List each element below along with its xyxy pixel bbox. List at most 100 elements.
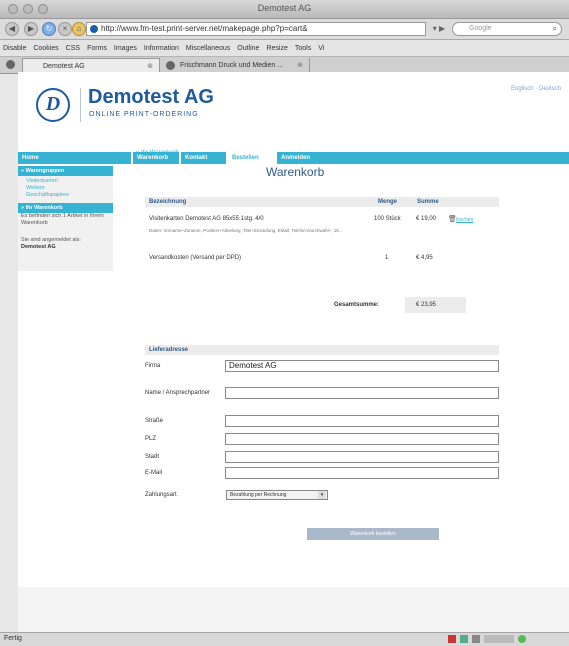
go-arrow-icon[interactable]: ▾ ▶	[430, 22, 448, 36]
back-icon[interactable]: ◀	[5, 22, 19, 36]
bookmark-information[interactable]: Information	[144, 45, 179, 52]
web-page: D Demotest AG ONLINE PRINT-ORDERING Engl…	[18, 72, 569, 632]
company-logo[interactable]: D	[36, 88, 70, 122]
field-label-firma: Firma	[145, 363, 161, 369]
field-label-name: Name / Ansprechpartner	[145, 390, 211, 396]
bookmark-disable[interactable]: Disable	[3, 45, 26, 52]
column-header-qty: Menge	[378, 199, 398, 205]
brand-name: Demotest AG	[88, 86, 214, 108]
stadt-input[interactable]	[225, 451, 499, 463]
brand-tagline: ONLINE PRINT-ORDERING	[89, 111, 199, 118]
status-bar: Fertig	[0, 632, 569, 646]
language-switch[interactable]: Englisch · Deutsch	[511, 86, 561, 92]
remove-item-link[interactable]: löschen	[456, 217, 473, 223]
bookmark-forms[interactable]: Forms	[87, 45, 107, 52]
field-label-email: E-Mail	[145, 470, 163, 476]
tab-close-icon[interactable]: ⊗	[297, 58, 303, 73]
forward-icon[interactable]: ▶	[24, 22, 38, 36]
item-qty: 100 Stück	[374, 216, 401, 222]
home-icon[interactable]: ⌂	[72, 22, 86, 36]
name-input[interactable]	[225, 387, 499, 399]
order-submit-button[interactable]: Warenkorb bestellen	[307, 528, 439, 540]
login-user: Demotest AG	[21, 244, 56, 250]
table-row: Versandkosten (Versand per DPD) 1 € 4,95	[145, 252, 499, 272]
sidebar-section-warengruppen[interactable]: » Warengruppen	[18, 166, 113, 176]
status-widget-icon[interactable]	[484, 635, 514, 643]
title-bar: Demotest AG	[0, 0, 569, 19]
sidebar-item-geschaeftspapiere[interactable]: Weitere Geschäftspapiere	[18, 185, 76, 199]
item-sum: € 19,00	[416, 216, 437, 222]
tab-favicon-icon	[6, 60, 15, 69]
security-icon[interactable]	[472, 635, 480, 643]
bookmark-miscellaneous[interactable]: Miscellaneous	[186, 45, 230, 52]
address-url: http://www.fm-test.print-server.net/make…	[101, 24, 308, 33]
search-placeholder: Google	[469, 25, 492, 32]
menu-bestellen[interactable]: Bestellen	[228, 152, 275, 164]
field-label-plz: PLZ	[145, 436, 157, 442]
column-header-sum: Summe	[417, 199, 439, 205]
table-row: Visitenkarten Demotest AG 85x55 1stg. 4/…	[145, 207, 499, 252]
navigation-toolbar: ◀ ▶ ↻ × ⌂ http://www.fm-test.print-serve…	[0, 19, 569, 40]
reload-icon[interactable]: ↻	[42, 22, 56, 36]
bookmark-images[interactable]: Images	[114, 45, 137, 52]
tab-label: Demotest AG	[43, 63, 85, 70]
validator-icon[interactable]	[460, 635, 468, 643]
main-menu: Home Warenkorb Kontakt Bestellen Anmelde…	[18, 152, 569, 164]
column-header-name: Bezeichnung	[149, 199, 187, 205]
bookmark-tools[interactable]: Tools	[295, 45, 311, 52]
menu-kontakt[interactable]: Kontakt	[181, 152, 226, 164]
payment-select[interactable]: Bezahlung per Rechnung ▾	[226, 490, 328, 500]
item-qty: 1	[385, 255, 389, 261]
total-value: € 23,95	[416, 302, 437, 308]
firma-input[interactable]: Demotest AG	[225, 360, 499, 372]
search-field[interactable]: Google ⌕	[452, 22, 562, 36]
sidebar: » Warengruppen Visitenkarten Weitere Ges…	[18, 166, 113, 271]
bookmark-resize[interactable]: Resize	[266, 45, 287, 52]
field-label-zahlungsart: Zahlungsart	[145, 492, 177, 498]
cart-table: Bezeichnung Menge Summe Visitenkarten De…	[145, 197, 499, 272]
tab-demotest[interactable]: Demotest AG ⊗	[22, 58, 160, 73]
browser-window: Demotest AG ◀ ▶ ↻ × ⌂ http://www.fm-test…	[0, 0, 569, 646]
payment-selected: Bezahlung per Rechnung	[230, 492, 287, 498]
address-section-heading: Lieferadresse	[145, 345, 499, 355]
tab-label: Frischmann Druck und Medien ...	[180, 62, 284, 69]
addon-icon[interactable]	[448, 635, 456, 643]
sidebar-login-note: Sie sind angemeldet als: Demotest AG	[18, 237, 113, 251]
sidebar-cart-note: Es befinden sich 1 Artikel in Ihrem Ware…	[21, 213, 104, 226]
bookmark-css[interactable]: CSS	[66, 45, 80, 52]
total-label: Gesamtsumme:	[334, 302, 380, 308]
strasse-input[interactable]	[225, 415, 499, 427]
tab-frischmann[interactable]: Frischmann Druck und Medien ... ⊗	[160, 58, 310, 73]
field-label-strasse: Straße	[145, 418, 164, 424]
bookmarks-toolbar: Disable Cookies CSS Forms Images Informa…	[0, 40, 569, 57]
chevron-down-icon: ▾	[318, 491, 326, 499]
email-input[interactable]	[225, 467, 499, 479]
breadcrumb[interactable]: » Ihr Warenkorb	[136, 150, 179, 156]
cart-table-header: Bezeichnung Menge Summe	[145, 197, 499, 207]
logo-letter: D	[45, 93, 61, 115]
item-sum: € 4,95	[416, 255, 433, 261]
site-favicon-icon	[90, 25, 98, 33]
menu-anmelden[interactable]: Anmelden	[277, 152, 325, 164]
search-icon[interactable]: ⌕	[553, 23, 557, 35]
menu-home[interactable]: Home	[18, 152, 70, 164]
page-title: Warenkorb	[266, 165, 325, 179]
tab-favicon-icon	[166, 61, 175, 70]
status-ok-icon[interactable]	[518, 635, 526, 643]
item-name: Visitenkarten Demotest AG 85x55 1stg. 4/…	[149, 216, 264, 222]
window-title: Demotest AG	[257, 3, 312, 13]
bookmark-outline[interactable]: Outline	[237, 45, 259, 52]
sidebar-section-warenkorb[interactable]: » Ihr Warenkorb	[18, 203, 113, 213]
address-bar[interactable]: http://www.fm-test.print-server.net/make…	[86, 22, 426, 36]
bookmark-cookies[interactable]: Cookies	[33, 45, 58, 52]
login-note-text: Sie sind angemeldet als:	[21, 237, 81, 243]
stop-icon[interactable]: ×	[58, 22, 72, 36]
item-details: Daten: Vorname+Zuname, Position+Abteilun…	[149, 228, 343, 233]
plz-input[interactable]	[225, 433, 499, 445]
status-icons	[448, 635, 526, 643]
item-name: Versandkosten (Versand per DPD)	[149, 255, 242, 261]
status-text: Fertig	[4, 635, 22, 642]
sidebar-item-visitenkarten[interactable]: Visitenkarten	[18, 178, 113, 185]
bookmark-vi[interactable]: Vi	[318, 45, 324, 52]
field-label-stadt: Stadt	[145, 454, 160, 460]
